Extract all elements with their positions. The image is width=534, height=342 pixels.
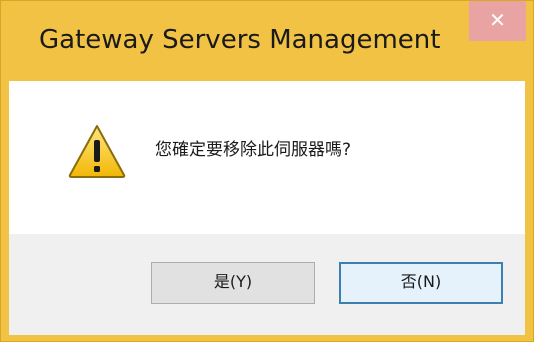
close-icon: ✕	[489, 8, 506, 32]
warning-icon	[67, 123, 127, 179]
dialog-content: 您確定要移除此伺服器嗎?	[9, 81, 525, 234]
title-bar[interactable]: Gateway Servers Management ✕	[1, 1, 533, 81]
confirm-message: 您確定要移除此伺服器嗎?	[155, 140, 352, 160]
window-title: Gateway Servers Management	[39, 25, 441, 55]
no-button[interactable]: 否(N)	[339, 262, 503, 304]
dialog-window: Gateway Servers Management ✕ 您確定要移除此伺服器嗎…	[0, 0, 534, 342]
button-bar: 是(Y) 否(N)	[9, 234, 525, 335]
close-button[interactable]: ✕	[469, 1, 526, 41]
yes-button[interactable]: 是(Y)	[151, 262, 315, 304]
